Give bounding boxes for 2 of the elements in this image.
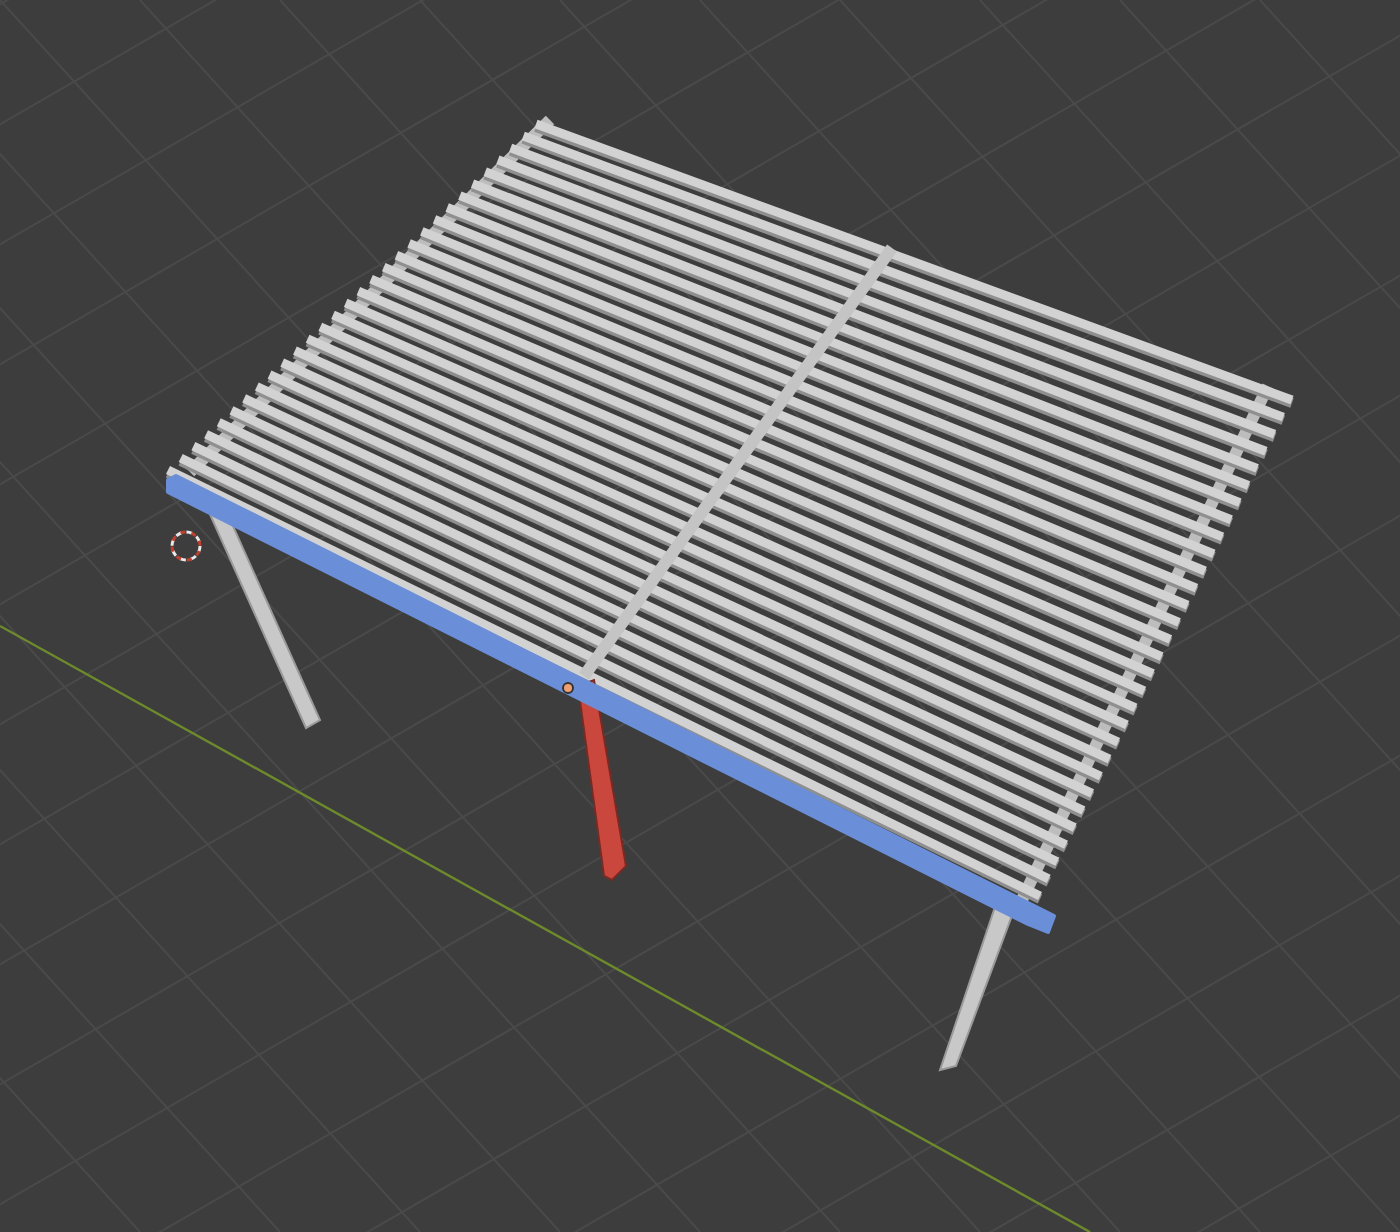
origin-dot-icon — [562, 682, 574, 694]
3d-cursor-icon — [170, 530, 202, 562]
